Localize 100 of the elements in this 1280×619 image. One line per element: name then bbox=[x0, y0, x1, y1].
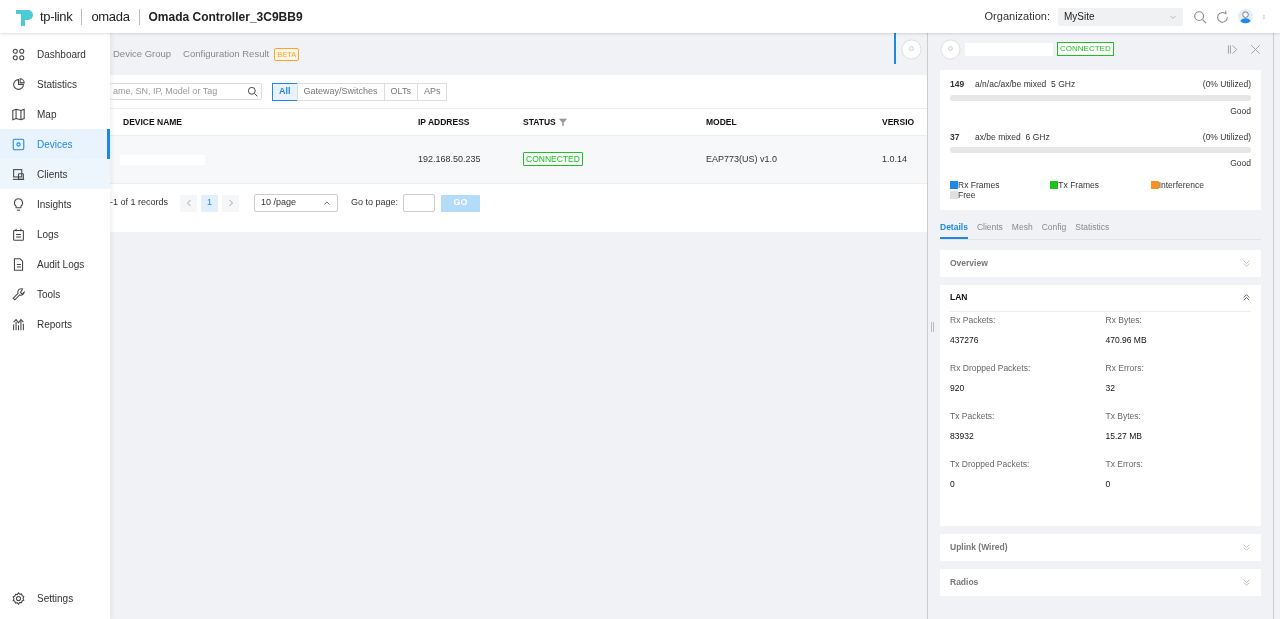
legend-label: Interference bbox=[1158, 180, 1205, 190]
pie-chart-icon bbox=[12, 77, 25, 91]
table-cell: 192.168.50.235 bbox=[418, 153, 481, 164]
wrench-icon bbox=[12, 287, 25, 301]
access-point-icon bbox=[940, 38, 961, 60]
expand-icon bbox=[1242, 542, 1251, 552]
field-label: Rx Errors: bbox=[1105, 362, 1145, 375]
legend-label: Rx Frames bbox=[958, 180, 1000, 190]
avatar-icon[interactable] bbox=[1238, 9, 1253, 24]
field-value: 0 bbox=[1105, 478, 1112, 491]
field-value: 0 bbox=[950, 478, 956, 491]
field-label: Rx Dropped Packets: bbox=[950, 362, 1032, 375]
sidebar-item[interactable]: Dashboard bbox=[0, 39, 110, 69]
table-cell: EAP773(US) v1.0 bbox=[706, 153, 778, 164]
expand-panel-button[interactable] bbox=[1227, 43, 1238, 55]
panel-tab[interactable]: Mesh bbox=[1011, 221, 1033, 239]
refresh-icon bbox=[1216, 10, 1229, 23]
settings-icon bbox=[12, 591, 25, 605]
channel-number: 37 bbox=[950, 130, 961, 144]
sidebar-item[interactable]: Settings bbox=[0, 583, 110, 613]
filter-tab[interactable]: All bbox=[272, 82, 298, 101]
next-page-button[interactable] bbox=[222, 194, 240, 212]
field-label: Tx Packets: bbox=[950, 410, 996, 423]
field-label: Tx Bytes: bbox=[1105, 410, 1142, 423]
filter-tab[interactable]: OLTs bbox=[383, 82, 418, 101]
section-title[interactable]: Overview bbox=[950, 256, 988, 270]
sub-tab[interactable]: Configuration Result bbox=[183, 47, 270, 62]
channel-mode: ax/be mixed 6 GHz bbox=[975, 130, 1050, 144]
product-name: omada bbox=[91, 7, 130, 26]
panel-tab[interactable]: Clients bbox=[976, 221, 1003, 239]
filter-tab[interactable]: Gateway/Switches bbox=[296, 82, 385, 101]
records-count: -1 of 1 records bbox=[110, 196, 169, 210]
utilization-text: (0% Utilized) bbox=[1202, 130, 1251, 144]
legend-label: Free bbox=[958, 190, 976, 200]
bar-chart-icon bbox=[12, 317, 25, 331]
field-value: 83932 bbox=[950, 430, 975, 443]
quality-text: Good bbox=[1230, 104, 1251, 118]
chevron-left-icon bbox=[184, 199, 193, 207]
close-icon bbox=[1250, 43, 1261, 55]
device-icon bbox=[12, 137, 25, 151]
organization-label: Organization: bbox=[984, 9, 1050, 25]
quality-text: Good bbox=[1230, 157, 1251, 170]
sidebar-item[interactable]: Devices bbox=[0, 129, 110, 159]
column-header: DEVICE NAME bbox=[123, 115, 183, 129]
sidebar-item[interactable]: Statistics bbox=[0, 69, 110, 99]
status-badge: CONNECTED bbox=[1057, 42, 1114, 56]
resize-handle[interactable] bbox=[931, 322, 934, 332]
page-button[interactable]: 1 bbox=[201, 194, 219, 212]
table-cell: 1.0.14 bbox=[882, 153, 908, 164]
previous-page-button[interactable] bbox=[180, 194, 198, 212]
sidebar-item[interactable]: Tools bbox=[0, 279, 110, 309]
field-value: 470.96 MB bbox=[1105, 334, 1148, 347]
legend-label: Tx Frames bbox=[1058, 180, 1099, 190]
column-header: STATUS bbox=[523, 115, 556, 129]
brand-name: tp-link bbox=[40, 7, 73, 26]
search-icon bbox=[247, 86, 258, 97]
organization-dropdown[interactable]: MySite bbox=[1058, 7, 1183, 26]
column-header: VERSIO bbox=[882, 115, 915, 129]
field-label: Rx Bytes: bbox=[1105, 314, 1143, 327]
section-title[interactable]: Radios bbox=[950, 575, 979, 589]
panel-tab[interactable]: Details bbox=[940, 221, 968, 239]
field-label: Rx Packets: bbox=[950, 314, 997, 327]
search-field[interactable]: ame, SN, IP, Model or Tag bbox=[110, 83, 262, 100]
calendar-icon bbox=[12, 227, 25, 241]
page-size-dropdown[interactable]: 10 /page bbox=[254, 194, 339, 212]
chevron-right-icon bbox=[226, 199, 235, 207]
filter-tab[interactable]: APs bbox=[416, 82, 448, 101]
collapse-icon bbox=[1242, 293, 1251, 303]
panel-tab[interactable]: Statistics bbox=[1075, 221, 1110, 239]
sidebar-item[interactable]: Clients bbox=[0, 159, 110, 189]
active-indicator bbox=[894, 33, 896, 64]
panel-tab[interactable]: Config bbox=[1041, 221, 1067, 239]
channel-number: 149 bbox=[950, 78, 966, 91]
sidebar-item[interactable]: Logs bbox=[0, 219, 110, 249]
controller-title: Omada Controller_3C9BB9 bbox=[148, 8, 303, 26]
expand-icon bbox=[1242, 258, 1251, 268]
column-header: IP ADDRESS bbox=[418, 115, 470, 129]
channel-mode: a/n/ac/ax/be mixed 5 GHz bbox=[975, 78, 1076, 91]
field-value: 920 bbox=[950, 382, 966, 395]
sub-tab[interactable]: Device Group bbox=[113, 47, 172, 62]
lightbulb-icon bbox=[12, 197, 25, 211]
document-icon bbox=[12, 257, 25, 271]
sidebar-item[interactable]: Reports bbox=[0, 309, 110, 339]
chevron-up-icon bbox=[323, 199, 332, 207]
status-badge: CONNECTED bbox=[523, 151, 583, 166]
field-label: Tx Dropped Packets: bbox=[950, 458, 1031, 471]
sidebar-item[interactable]: Insights bbox=[0, 189, 110, 219]
access-point-icon[interactable] bbox=[901, 39, 922, 60]
close-button[interactable] bbox=[1250, 43, 1261, 55]
sidebar-item[interactable]: Audit Logs bbox=[0, 249, 110, 279]
go-to-page-label: Go to page: bbox=[351, 196, 399, 210]
section-title[interactable]: LAN bbox=[950, 291, 968, 305]
field-value: 32 bbox=[1105, 382, 1116, 395]
collapse-icon bbox=[1227, 43, 1238, 55]
section-title[interactable]: Uplink (Wired) bbox=[950, 540, 1008, 554]
sidebar-item[interactable]: Map bbox=[0, 99, 110, 129]
utilization-text: (0% Utilized) bbox=[1202, 78, 1251, 91]
filter-icon bbox=[558, 118, 567, 126]
page-input[interactable] bbox=[403, 194, 436, 212]
search-icon bbox=[1193, 9, 1207, 24]
